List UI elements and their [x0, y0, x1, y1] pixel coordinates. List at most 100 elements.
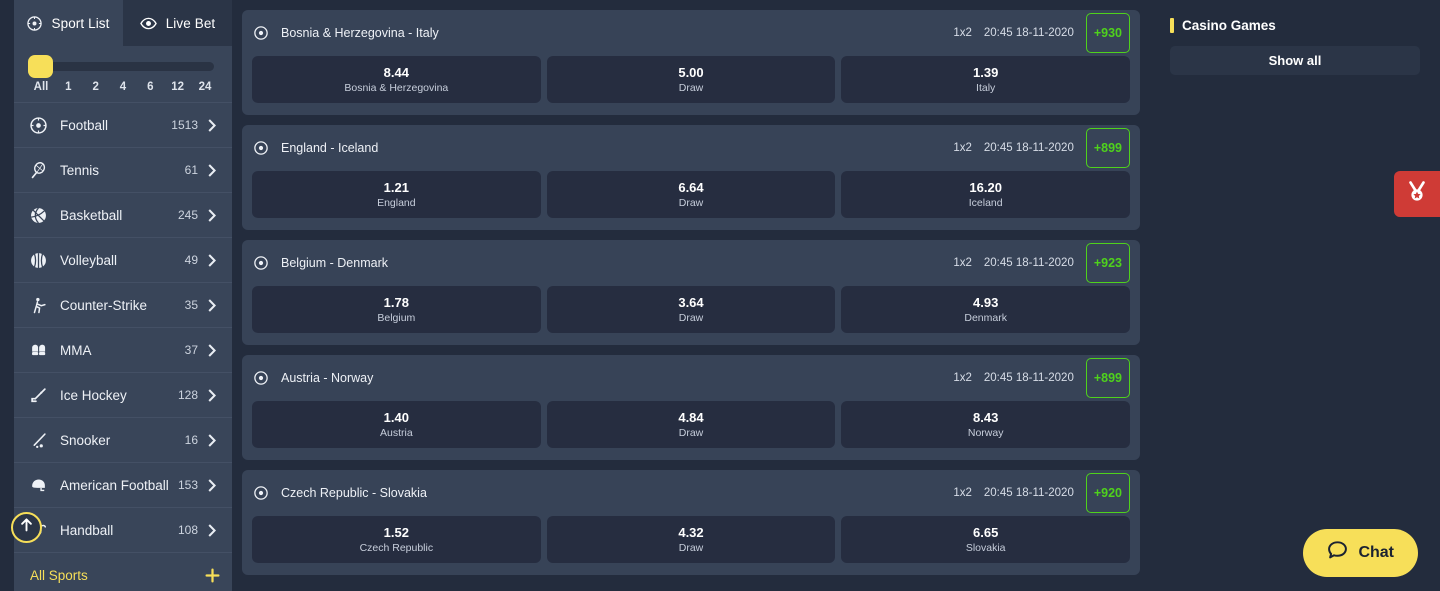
sidebar-item-count: 49: [184, 253, 198, 267]
app-root: Sport List Live Bet All 1 2 4 6 12 24 Fo…: [0, 0, 1440, 591]
tab-live-bet[interactable]: Live Bet: [123, 0, 232, 46]
odd-label: Bosnia & Herzegovina: [344, 82, 449, 94]
odd-button-home[interactable]: 8.44 Bosnia & Herzegovina: [252, 56, 541, 103]
match-row: England - Iceland 1x2 20:45 18-11-2020 +…: [242, 125, 1140, 230]
odd-button-away[interactable]: 8.43 Norway: [841, 401, 1131, 448]
odd-value: 3.64: [678, 295, 704, 310]
odd-value: 6.65: [973, 525, 999, 540]
sidebar-item-ice-hockey[interactable]: Ice Hockey 128: [14, 372, 232, 417]
sidebar-item-count: 61: [184, 163, 198, 177]
more-markets-badge[interactable]: +923: [1085, 243, 1130, 283]
odd-button-away[interactable]: 4.93 Denmark: [841, 286, 1131, 333]
arrow-up-icon: [20, 518, 33, 537]
odd-label: Draw: [678, 427, 704, 439]
odd-value: 8.44: [383, 65, 409, 80]
sidebar-item-football[interactable]: Football 1513: [14, 102, 232, 147]
tennis-racket-icon: [30, 161, 54, 179]
odd-button-home[interactable]: 1.52 Czech Republic: [252, 516, 541, 563]
match-market: 1x2: [953, 257, 972, 269]
match-title: Belgium - Denmark: [281, 256, 388, 270]
match-market: 1x2: [953, 27, 972, 39]
odds-row: 8.44 Bosnia & Herzegovina 5.00 Draw 1.39…: [242, 56, 1140, 103]
plus-icon: [205, 567, 220, 583]
odd-label: Iceland: [968, 197, 1003, 209]
odd-value: 8.43: [973, 410, 999, 425]
time-filter-slider[interactable]: [28, 55, 214, 78]
odd-button-draw[interactable]: 4.32 Draw: [546, 516, 836, 563]
odd-button-home[interactable]: 1.21 England: [252, 171, 541, 218]
sidebar-item-mma[interactable]: MMA 37: [14, 327, 232, 372]
odd-button-draw[interactable]: 6.64 Draw: [546, 171, 836, 218]
odd-label: Slovakia: [965, 542, 1006, 554]
time-filter-option-1[interactable]: 1: [58, 81, 78, 93]
odd-button-draw[interactable]: 3.64 Draw: [546, 286, 836, 333]
time-filter-option-24[interactable]: 24: [195, 81, 215, 93]
match-header[interactable]: Austria - Norway 1x2 20:45 18-11-2020 +8…: [242, 355, 1140, 401]
chevron-right-icon: [208, 118, 220, 132]
odd-button-home[interactable]: 1.78 Belgium: [252, 286, 541, 333]
odd-label: England: [377, 197, 416, 209]
more-markets-badge[interactable]: +930: [1085, 13, 1130, 53]
chevron-right-icon: [208, 478, 220, 492]
chat-button[interactable]: Chat: [1303, 529, 1418, 577]
sidebar-item-label: Volleyball: [60, 252, 118, 268]
odd-label: Austria: [379, 427, 413, 439]
match-header[interactable]: Czech Republic - Slovakia 1x2 20:45 18-1…: [242, 470, 1140, 516]
odd-button-away[interactable]: 1.39 Italy: [841, 56, 1131, 103]
odd-label: Belgium: [377, 312, 416, 324]
more-markets-badge[interactable]: +899: [1085, 358, 1130, 398]
time-filter-handle[interactable]: [28, 55, 53, 78]
match-time: 20:45 18-11-2020: [983, 372, 1074, 384]
sidebar-item-tennis[interactable]: Tennis 61: [14, 147, 232, 192]
tab-sport-list[interactable]: Sport List: [14, 0, 123, 46]
show-all-button[interactable]: Show all: [1170, 46, 1420, 75]
chevron-right-icon: [208, 253, 220, 267]
match-title: Czech Republic - Slovakia: [281, 486, 427, 500]
more-markets-badge[interactable]: +899: [1085, 128, 1130, 168]
odd-button-away[interactable]: 16.20 Iceland: [841, 171, 1131, 218]
match-header[interactable]: Belgium - Denmark 1x2 20:45 18-11-2020 +…: [242, 240, 1140, 286]
time-filter-option-6[interactable]: 6: [140, 81, 160, 93]
odd-button-draw[interactable]: 5.00 Draw: [546, 56, 836, 103]
sidebar-item-counter-strike[interactable]: Counter-Strike 35: [14, 282, 232, 327]
chevron-right-icon: [208, 163, 220, 177]
eye-icon: [139, 17, 157, 30]
match-header[interactable]: England - Iceland 1x2 20:45 18-11-2020 +…: [242, 125, 1140, 171]
match-time: 20:45 18-11-2020: [983, 257, 1074, 269]
sidebar-item-all-sports[interactable]: All Sports: [14, 552, 232, 591]
odd-button-home[interactable]: 1.40 Austria: [252, 401, 541, 448]
odd-button-away[interactable]: 6.65 Slovakia: [841, 516, 1131, 563]
scroll-to-top-button[interactable]: [11, 512, 42, 543]
counter-strike-icon: [30, 297, 54, 314]
sidebar-item-american-football[interactable]: American Football 153: [14, 462, 232, 507]
time-filter-option-12[interactable]: 12: [168, 81, 188, 93]
odd-button-draw[interactable]: 4.84 Draw: [546, 401, 836, 448]
time-filter-option-2[interactable]: 2: [86, 81, 106, 93]
sidebar-item-volleyball[interactable]: Volleyball 49: [14, 237, 232, 282]
odd-value: 1.52: [383, 525, 409, 540]
sidebar-item-basketball[interactable]: Basketball 245: [14, 192, 232, 237]
promo-tab[interactable]: [1394, 171, 1440, 217]
match-time: 20:45 18-11-2020: [983, 487, 1074, 499]
sidebar-item-count: 108: [177, 523, 198, 537]
more-markets-badge[interactable]: +920: [1085, 473, 1130, 513]
time-filter-option-all[interactable]: All: [31, 81, 51, 93]
sidebar-item-label: Ice Hockey: [60, 387, 127, 403]
football-icon: [254, 141, 272, 155]
sidebar-item-handball[interactable]: Handball 108: [14, 507, 232, 552]
sidebar-item-snooker[interactable]: Snooker 16: [14, 417, 232, 462]
medal-icon: [1405, 180, 1429, 209]
mma-gloves-icon: [30, 342, 54, 359]
chat-label: Chat: [1358, 544, 1394, 561]
casino-panel: Casino Games Show all: [1150, 0, 1440, 591]
hockey-stick-icon: [30, 387, 54, 404]
match-header[interactable]: Bosnia & Herzegovina - Italy 1x2 20:45 1…: [242, 10, 1140, 56]
odd-value: 1.78: [383, 295, 409, 310]
sidebar-item-count: 128: [177, 388, 198, 402]
chevron-right-icon: [208, 523, 220, 537]
time-filter-option-4[interactable]: 4: [113, 81, 133, 93]
football-icon: [254, 486, 272, 500]
odd-value: 1.39: [973, 65, 999, 80]
odd-label: Denmark: [964, 312, 1007, 324]
sidebar-item-label: Football: [60, 117, 109, 133]
